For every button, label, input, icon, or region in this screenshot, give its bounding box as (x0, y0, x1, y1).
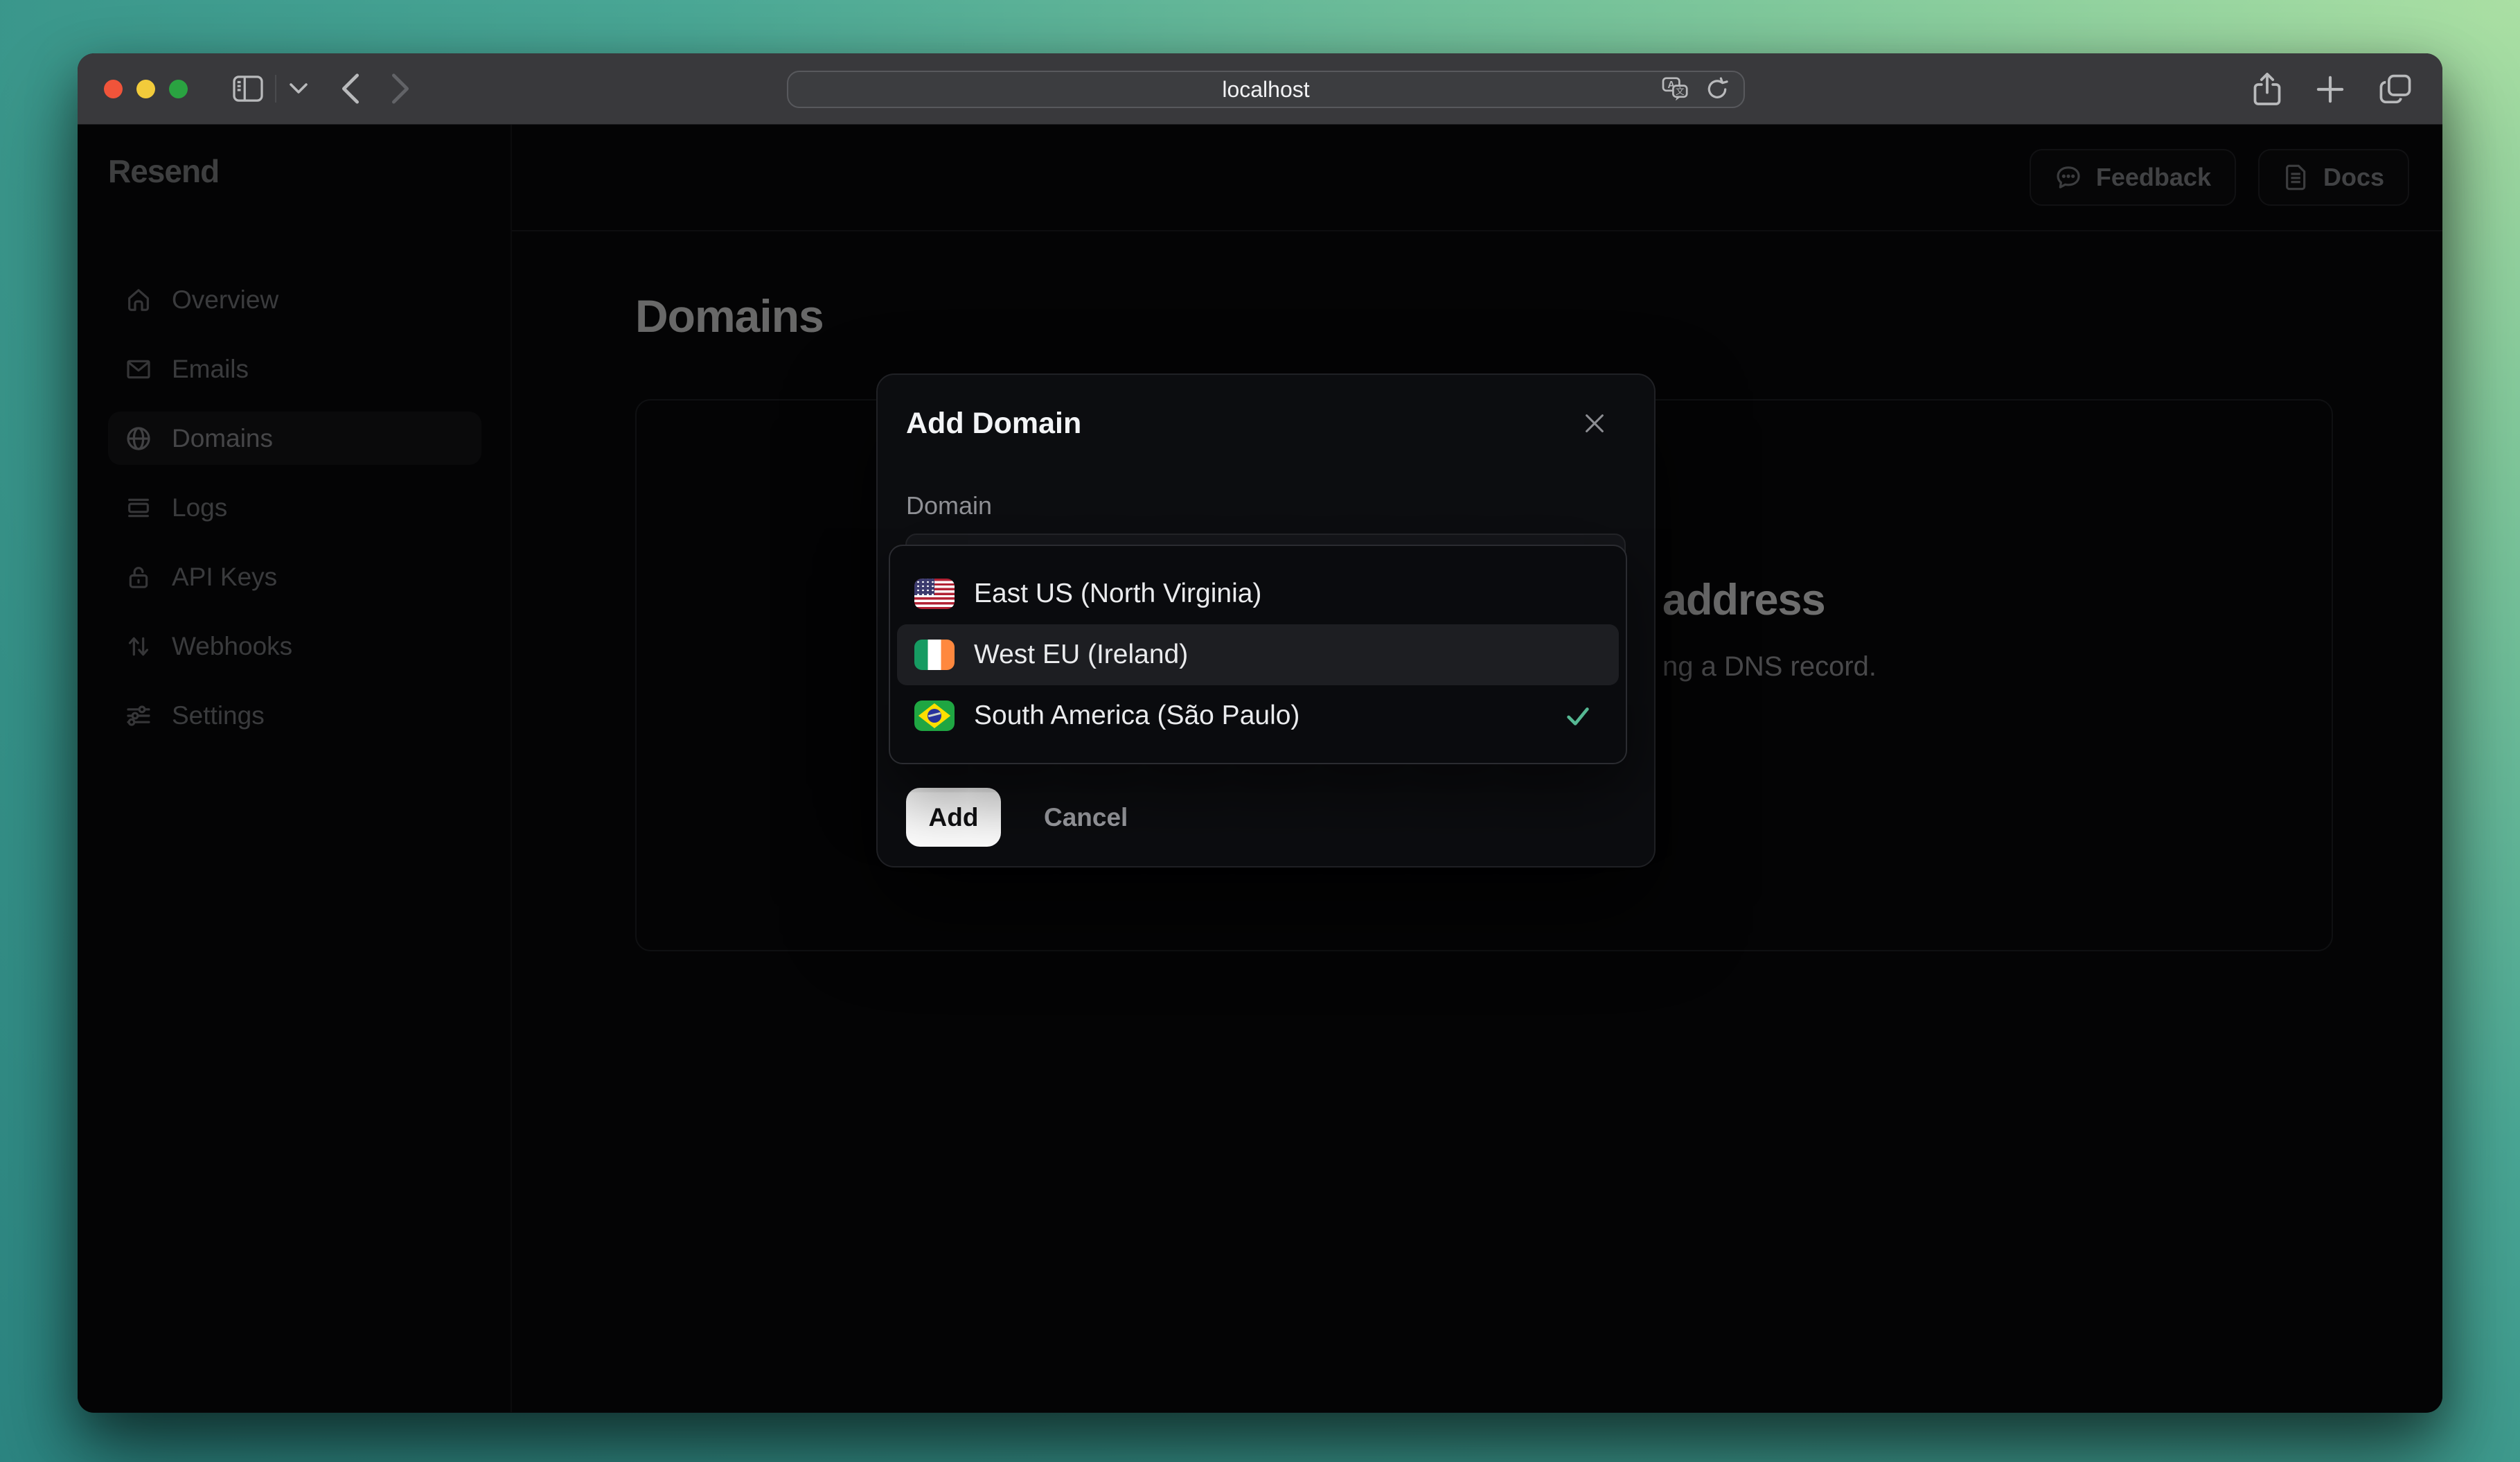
region-option-south-america[interactable]: South America (São Paulo) (897, 685, 1619, 746)
share-icon[interactable] (2253, 71, 2282, 107)
add-button[interactable]: Add (906, 788, 1001, 847)
us-flag (914, 579, 955, 609)
forward-icon[interactable] (390, 72, 411, 105)
modal-title: Add Domain (906, 407, 1082, 440)
cancel-button[interactable]: Cancel (1024, 788, 1147, 847)
url-text: localhost (1222, 76, 1310, 102)
translate-icon[interactable]: A 文 (1662, 77, 1689, 102)
traffic-lights (104, 79, 188, 98)
new-tab-icon[interactable] (2315, 74, 2345, 105)
reload-icon[interactable] (1705, 76, 1730, 103)
close-window-button[interactable] (104, 79, 123, 98)
svg-text:文: 文 (1676, 87, 1685, 96)
region-option-label: West EU (Ireland) (974, 640, 1189, 669)
back-icon[interactable] (340, 72, 361, 105)
toolbar-divider (275, 75, 276, 103)
sidebar-toggle-icon[interactable] (232, 75, 264, 103)
minimize-window-button[interactable] (136, 79, 155, 98)
toolbar-right-icons (2253, 53, 2412, 125)
browser-window: localhost A 文 Add Domain Domain Add Canc… (78, 53, 2442, 1413)
region-option-west-eu[interactable]: West EU (Ireland) (897, 624, 1619, 685)
region-dropdown: East US (North Virginia) West EU (Irelan… (889, 545, 1627, 764)
address-bar-icons: A 文 (1662, 72, 1730, 107)
address-bar[interactable]: localhost A 文 (787, 71, 1745, 108)
chevron-down-icon[interactable] (289, 82, 308, 96)
ireland-flag (914, 640, 955, 670)
browser-toolbar: localhost A 文 (78, 53, 2442, 125)
app-content: Resend Overview (78, 125, 2442, 1412)
selected-check-icon (1562, 700, 1594, 732)
region-option-label: East US (North Virginia) (974, 579, 1262, 608)
brazil-flag (914, 701, 955, 731)
tab-overview-icon[interactable] (2379, 73, 2412, 105)
domain-field-label: Domain (906, 491, 993, 520)
region-option-east-us[interactable]: East US (North Virginia) (897, 563, 1619, 624)
zoom-window-button[interactable] (169, 79, 188, 98)
close-icon[interactable] (1579, 408, 1610, 439)
region-option-label: South America (São Paulo) (974, 701, 1300, 730)
